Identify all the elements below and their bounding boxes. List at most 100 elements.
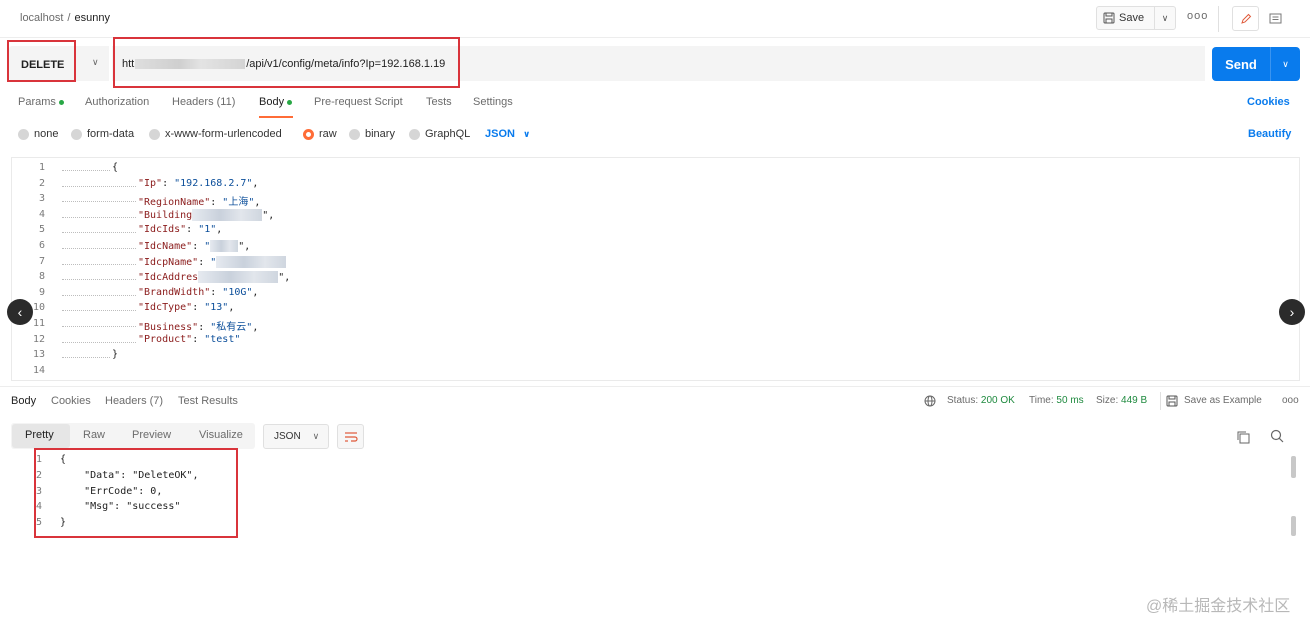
line-number: 13 (32, 349, 45, 361)
view-mode-visualize[interactable]: Visualize (199, 429, 243, 441)
radio-graphql[interactable]: GraphQL (409, 128, 470, 140)
json-key: "Product" (138, 333, 193, 345)
tab-params-label: Params (18, 96, 56, 108)
status-value: 200 OK (980, 395, 1015, 406)
line-number: 1 (38, 162, 45, 173)
code-text: "Product": "test" (138, 333, 241, 345)
response-format-select[interactable]: JSON ∨ (263, 424, 329, 449)
method-chevron-down-icon[interactable]: ∨ (92, 57, 99, 68)
previous-arrow-icon[interactable]: ‹ (7, 299, 33, 325)
cookies-link[interactable]: Cookies (1247, 96, 1290, 108)
line-number: 1 (36, 454, 43, 465)
response-tab-cookies[interactable]: Cookies (51, 395, 91, 407)
json-value: "10G" (222, 286, 253, 298)
code-text: "ErrCode": 0, (60, 485, 163, 497)
comment-icon (1269, 13, 1282, 23)
save-as-example-button[interactable]: Save as Example (1184, 395, 1262, 406)
redacted-value (210, 240, 239, 252)
indent-guide (62, 326, 136, 327)
save-button[interactable]: Save (1097, 7, 1155, 29)
json-key: "IdcName" (138, 241, 193, 252)
send-options-chevron-down-icon[interactable]: ∨ (1271, 59, 1300, 70)
view-mode-raw[interactable]: Raw (83, 429, 105, 441)
json-key: "Business" (138, 322, 199, 333)
response-tab-test-results[interactable]: Test Results (178, 395, 238, 407)
tab-body[interactable]: Body (259, 96, 293, 108)
response-tab-body[interactable]: Body (11, 395, 36, 407)
response-tab-headers[interactable]: Headers (7) (105, 395, 163, 407)
json-punctuation: , (228, 302, 235, 314)
radio-raw[interactable]: raw (303, 128, 337, 140)
edit-button[interactable] (1232, 6, 1259, 31)
pencil-icon (1240, 13, 1251, 24)
indent-guide (62, 216, 136, 218)
tab-settings[interactable]: Settings (473, 96, 513, 108)
json-value: "私有云" (210, 322, 253, 333)
globe-icon[interactable] (924, 395, 936, 407)
radio-binary-label: binary (365, 128, 395, 140)
tab-tests-label: Tests (426, 96, 452, 108)
search-icon[interactable] (1270, 429, 1284, 443)
breadcrumb-current[interactable]: esunny (74, 12, 109, 24)
tab-pre-request-script[interactable]: Pre-request Script (314, 96, 403, 108)
request-code-line: 3 "RegionName": "上海", (12, 193, 1292, 209)
wrap-lines-icon (344, 431, 358, 442)
code-brace: } (112, 349, 119, 361)
json-key: "IdcType" (138, 302, 193, 314)
body-format-label: JSON (485, 128, 515, 140)
radio-form-data[interactable]: form-data (71, 128, 134, 140)
request-code-line: 10 "IdcType": "13", (12, 302, 1292, 318)
send-label: Send (1225, 56, 1257, 72)
code-text: "Ip": "192.168.2.7", (138, 177, 259, 189)
response-more-options-icon[interactable]: ooo (1282, 395, 1299, 406)
line-number: 9 (38, 286, 45, 298)
copy-icon[interactable] (1236, 430, 1250, 444)
tab-settings-label: Settings (473, 96, 513, 108)
view-mode-preview[interactable]: Preview (132, 429, 171, 441)
tab-headers[interactable]: Headers (11) (172, 96, 235, 108)
request-code-line: 1{ (12, 162, 1292, 178)
body-format-select[interactable]: JSON ∨ (485, 128, 530, 140)
send-button[interactable]: Send ∨ (1212, 47, 1300, 81)
header-divider (1218, 6, 1219, 32)
json-value: "上海" (222, 197, 255, 209)
time-value: 50 ms (1056, 395, 1084, 406)
tab-authorization[interactable]: Authorization (85, 96, 149, 108)
comments-button[interactable] (1262, 6, 1289, 31)
response-scrollbar-lower[interactable] (1291, 516, 1296, 536)
radio-x-www-form-urlencoded[interactable]: x-www-form-urlencoded (149, 128, 282, 140)
code-text: { (112, 162, 118, 173)
save-options-chevron-down-icon[interactable]: ∨ (1155, 13, 1175, 24)
request-code-line: 5 "IdcIds": "1", (12, 224, 1292, 240)
response-scrollbar[interactable] (1291, 456, 1296, 478)
wrap-lines-button[interactable] (337, 424, 364, 449)
next-arrow-icon[interactable]: › (1279, 299, 1305, 325)
request-code-line: 11 "Business": "私有云", (12, 318, 1292, 334)
tab-headers-label: Headers (11) (172, 96, 236, 108)
breadcrumb-root[interactable]: localhost (20, 12, 63, 24)
line-number: 7 (38, 255, 45, 267)
code-brace: { (112, 162, 119, 173)
radio-none[interactable]: none (18, 128, 58, 140)
status-divider (1160, 392, 1161, 410)
indent-guide (62, 248, 136, 249)
code-text: "IdcpName": " (138, 255, 287, 268)
request-code-line: 4 "Building ", (12, 208, 1292, 225)
json-key: "IdcIds" (138, 224, 187, 236)
radio-form-data-label: form-data (87, 128, 135, 140)
view-mode-pretty[interactable]: Pretty (25, 429, 54, 441)
indent-guide (62, 263, 136, 265)
redacted-value (198, 271, 279, 284)
beautify-link[interactable]: Beautify (1248, 128, 1291, 140)
radio-binary[interactable]: binary (349, 128, 395, 140)
tab-tests[interactable]: Tests (426, 96, 452, 108)
request-code-line: 2 "Ip": "192.168.2.7", (12, 178, 1292, 194)
radio-raw-label: raw (319, 128, 337, 140)
size-value: 449 B (1121, 395, 1148, 406)
request-code-line: 12 "Product": "test" (12, 334, 1292, 350)
tab-params[interactable]: Params (18, 96, 64, 108)
more-options-icon[interactable]: ooo (1187, 10, 1208, 22)
request-code-line: 8 "IdcAddres ", (12, 271, 1292, 287)
request-body-editor[interactable]: 1{2 "Ip": "192.168.2.7", 3 "RegionName": "上… (11, 157, 1300, 381)
line-number: 14 (32, 364, 45, 376)
